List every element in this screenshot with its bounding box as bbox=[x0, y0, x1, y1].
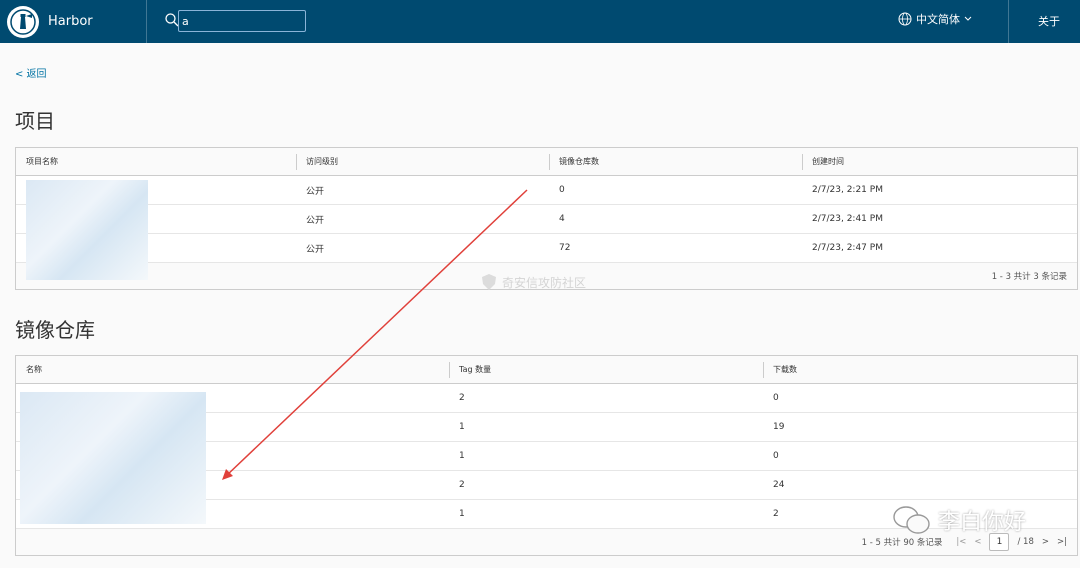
shield-icon bbox=[482, 274, 496, 290]
last-page-icon[interactable]: >| bbox=[1057, 537, 1067, 547]
tag-count: 2 bbox=[459, 480, 465, 490]
access-level: 公开 bbox=[306, 186, 325, 197]
wechat-watermark-text: 李白你好 bbox=[938, 510, 1027, 535]
column-header[interactable]: 访问级别 bbox=[296, 148, 549, 175]
record-count: 1 - 5 共计 90 条记录 bbox=[861, 538, 943, 548]
prev-page-icon[interactable]: < bbox=[974, 537, 981, 547]
download-count: 24 bbox=[773, 480, 785, 490]
tag-count: 1 bbox=[459, 451, 465, 461]
repo-count: 0 bbox=[559, 185, 565, 195]
repo-count: 72 bbox=[559, 243, 571, 253]
tag-count: 2 bbox=[459, 393, 465, 403]
harbor-logo-icon[interactable] bbox=[7, 5, 39, 38]
repo-count: 4 bbox=[559, 214, 565, 224]
search-input[interactable] bbox=[178, 10, 306, 32]
table-row: 公开 4 2/7/23, 2:41 PM bbox=[16, 205, 1077, 234]
nav-divider bbox=[146, 0, 147, 43]
column-header[interactable]: Tag 数量 bbox=[449, 356, 763, 383]
download-count: 19 bbox=[773, 422, 785, 432]
creation-time: 2/7/23, 2:21 PM bbox=[812, 185, 883, 195]
wechat-watermark: 李白你好 bbox=[892, 504, 1026, 536]
access-level: 公开 bbox=[306, 244, 325, 255]
projects-title: 项目 bbox=[15, 109, 55, 133]
redacted-names bbox=[26, 180, 148, 280]
creation-time: 2/7/23, 2:41 PM bbox=[812, 214, 883, 224]
page-total: / 18 bbox=[1017, 537, 1034, 547]
record-count: 1 - 3 共计 3 条记录 bbox=[991, 272, 1067, 282]
globe-icon bbox=[898, 12, 912, 26]
table-row: 公开 0 2/7/23, 2:21 PM bbox=[16, 176, 1077, 205]
column-header[interactable]: 创建时间 bbox=[802, 148, 1077, 175]
redacted-names bbox=[20, 392, 206, 524]
table-row: 公开 72 2/7/23, 2:47 PM bbox=[16, 234, 1077, 263]
column-header[interactable]: 镜像仓库数 bbox=[549, 148, 802, 175]
column-header[interactable]: 项目名称 bbox=[16, 148, 296, 175]
watermark-text: 奇安信攻防社区 bbox=[502, 275, 587, 290]
table-header: 项目名称 访问级别 镜像仓库数 创建时间 bbox=[16, 148, 1077, 176]
tag-count: 1 bbox=[459, 509, 465, 519]
download-count: 0 bbox=[773, 451, 779, 461]
first-page-icon[interactable]: |< bbox=[956, 537, 966, 547]
access-level: 公开 bbox=[306, 215, 325, 226]
back-link[interactable]: < 返回 bbox=[15, 65, 47, 80]
chevron-down-icon bbox=[964, 16, 972, 21]
column-header[interactable]: 下载数 bbox=[763, 356, 1077, 383]
next-page-icon[interactable]: > bbox=[1042, 537, 1049, 547]
tag-count: 1 bbox=[459, 422, 465, 432]
column-header[interactable]: 名称 bbox=[16, 356, 449, 383]
top-nav: Harbor 中文简体 关于 bbox=[0, 0, 1080, 43]
brand-name[interactable]: Harbor bbox=[48, 14, 93, 29]
language-selector[interactable]: 中文简体 bbox=[898, 11, 972, 27]
table-header: 名称 Tag 数量 下载数 bbox=[16, 356, 1077, 384]
wechat-icon bbox=[893, 506, 930, 534]
language-label: 中文简体 bbox=[916, 13, 960, 26]
download-count: 0 bbox=[773, 393, 779, 403]
about-link[interactable]: 关于 bbox=[1038, 13, 1060, 29]
projects-table: 项目名称 访问级别 镜像仓库数 创建时间 公开 0 2/7/23, 2:21 P… bbox=[15, 147, 1078, 290]
watermark: 奇安信攻防社区 bbox=[480, 273, 586, 291]
nav-divider bbox=[1008, 0, 1009, 43]
creation-time: 2/7/23, 2:47 PM bbox=[812, 243, 883, 253]
repositories-title: 镜像仓库 bbox=[15, 318, 95, 342]
